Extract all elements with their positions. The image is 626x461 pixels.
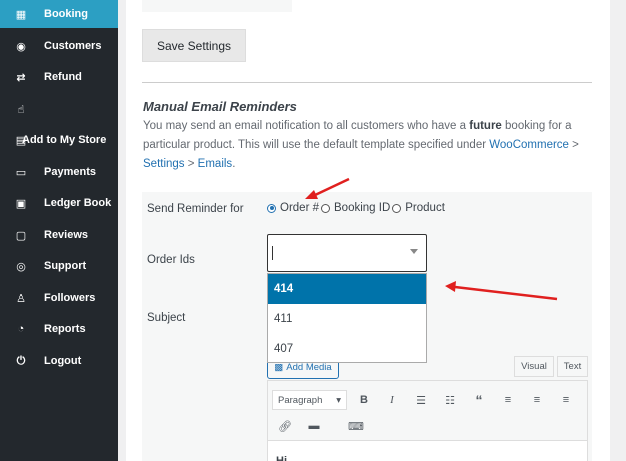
read-more-icon[interactable]: ▬ [306,417,322,435]
send-reminder-label: Send Reminder for [147,203,244,215]
chevron-down-icon [410,249,418,254]
italic-icon[interactable]: I [384,391,400,409]
message-editor: Paragraph ▾ B I ☰ ☷ “ ≡ ≡ ≡ 🔗︎ ▬ ⌨ Hi [267,380,588,461]
format-select[interactable]: Paragraph ▾ [272,390,347,410]
sidebar-item-booking[interactable]: ▦ Booking [0,0,118,28]
sidebar: ▦ Booking ◉ Customers ⇄ Refund ☝ ▤ Add t… [0,0,118,461]
sidebar-item-label: Customers [44,40,102,52]
followers-icon: ♙ [16,292,26,305]
radio-order-button[interactable] [267,203,276,213]
booking-icon: ▦ [15,8,27,21]
tab-visual[interactable]: Visual [514,356,554,377]
pointer-icon: ☝ [17,103,25,116]
description-bold: future [469,120,502,132]
divider [142,82,592,83]
sidebar-item-label: Payments [44,166,96,178]
numbered-list-icon[interactable]: ☷ [442,391,458,409]
sidebar-item-label: Booking [44,8,88,20]
radio-product-label: Product [405,202,445,214]
subject-label: Subject [147,312,186,324]
woocommerce-link[interactable]: WooCommerce [489,139,569,151]
radio-order-label: Order # [280,202,319,214]
radio-booking-id-label: Booking ID [334,202,391,214]
text-cursor [272,246,273,260]
link-icon[interactable]: 🔗︎ [277,417,293,435]
previous-field-input [292,0,592,12]
sidebar-item-payments[interactable]: ▭ Payments [0,158,118,186]
editor-content[interactable]: Hi [268,441,587,461]
sidebar-item-label: Reports [44,323,86,335]
format-select-value: Paragraph [278,394,323,406]
quote-icon[interactable]: “ [471,391,487,409]
align-center-icon[interactable]: ≡ [529,391,545,409]
align-left-icon[interactable]: ≡ [500,391,516,409]
previous-field-row [142,0,592,12]
customers-icon: ◉ [16,40,26,53]
order-ids-select[interactable] [267,234,427,272]
sidebar-item-reports[interactable]: ◔ Reports [0,315,118,343]
sidebar-item-logout[interactable]: ⏻ Logout [0,347,118,375]
settings-link[interactable]: Settings [143,158,185,170]
sidebar-item-label: Followers [44,292,96,304]
reports-icon: ◔ [17,323,25,335]
ledger-icon: ▣ [15,197,27,210]
radio-booking-id[interactable]: Booking ID [321,202,390,214]
logout-icon: ⏻ [16,354,26,367]
description-text: . [232,158,236,170]
editor-toolbar: Paragraph ▾ B I ☰ ☷ “ ≡ ≡ ≡ 🔗︎ ▬ ⌨ [268,381,587,441]
support-icon: ◎ [16,260,26,273]
breadcrumb-separator: > [184,158,198,170]
sidebar-item-label: Logout [44,355,82,367]
bold-icon[interactable]: B [356,391,372,409]
sidebar-item-refund[interactable]: ⇄ Refund [0,63,118,91]
sidebar-item-pointer[interactable]: ☝ [0,95,118,123]
order-ids-dropdown: 414 411 407 [267,273,427,363]
refund-icon: ⇄ [16,71,26,84]
radio-product-button[interactable] [392,203,402,213]
gutter [118,0,126,461]
bullet-list-icon[interactable]: ☰ [413,391,429,409]
order-ids-label: Order Ids [147,254,195,266]
section-title: Manual Email Reminders [143,99,297,114]
scroll-gutter [610,0,626,461]
emails-link[interactable]: Emails [198,158,233,170]
description-text: You may send an email notification to al… [143,120,470,132]
sidebar-item-ledger-book[interactable]: ▣ Ledger Book [0,189,118,217]
sidebar-item-support[interactable]: ◎ Support [0,252,118,280]
sidebar-item-reviews[interactable]: ▢ Reviews [0,221,118,249]
dropdown-option[interactable]: 407 [268,334,426,364]
section-description: You may send an email notification to al… [143,117,583,174]
reviews-icon: ▢ [15,229,27,242]
save-settings-button[interactable]: Save Settings [142,29,246,62]
dropdown-option[interactable]: 414 [268,274,426,304]
radio-booking-id-button[interactable] [321,203,330,213]
align-right-icon[interactable]: ≡ [558,391,574,409]
sidebar-item-customers[interactable]: ◉ Customers [0,32,118,60]
radio-product[interactable]: Product [392,202,445,214]
sidebar-item-store[interactable]: ▤ Add to My Store [0,126,118,154]
keyboard-icon[interactable]: ⌨ [348,417,364,435]
sidebar-item-label: Support [44,260,87,272]
tab-text[interactable]: Text [557,356,588,377]
dropdown-option[interactable]: 411 [268,304,426,334]
editor-text: Hi [276,455,287,461]
payments-icon: ▭ [15,166,27,179]
sidebar-item-followers[interactable]: ♙ Followers [0,284,118,312]
sidebar-item-label: Add to My Store [22,134,107,146]
sidebar-item-label: Reviews [44,229,89,241]
chevron-down-icon: ▾ [336,394,341,406]
sidebar-item-label: Refund [44,71,82,83]
breadcrumb-separator: > [568,139,579,151]
sidebar-item-label: Ledger Book [44,197,112,209]
radio-order[interactable]: Order # [267,202,319,214]
reminder-type-radio-group: Order # Booking ID Product [267,202,447,214]
